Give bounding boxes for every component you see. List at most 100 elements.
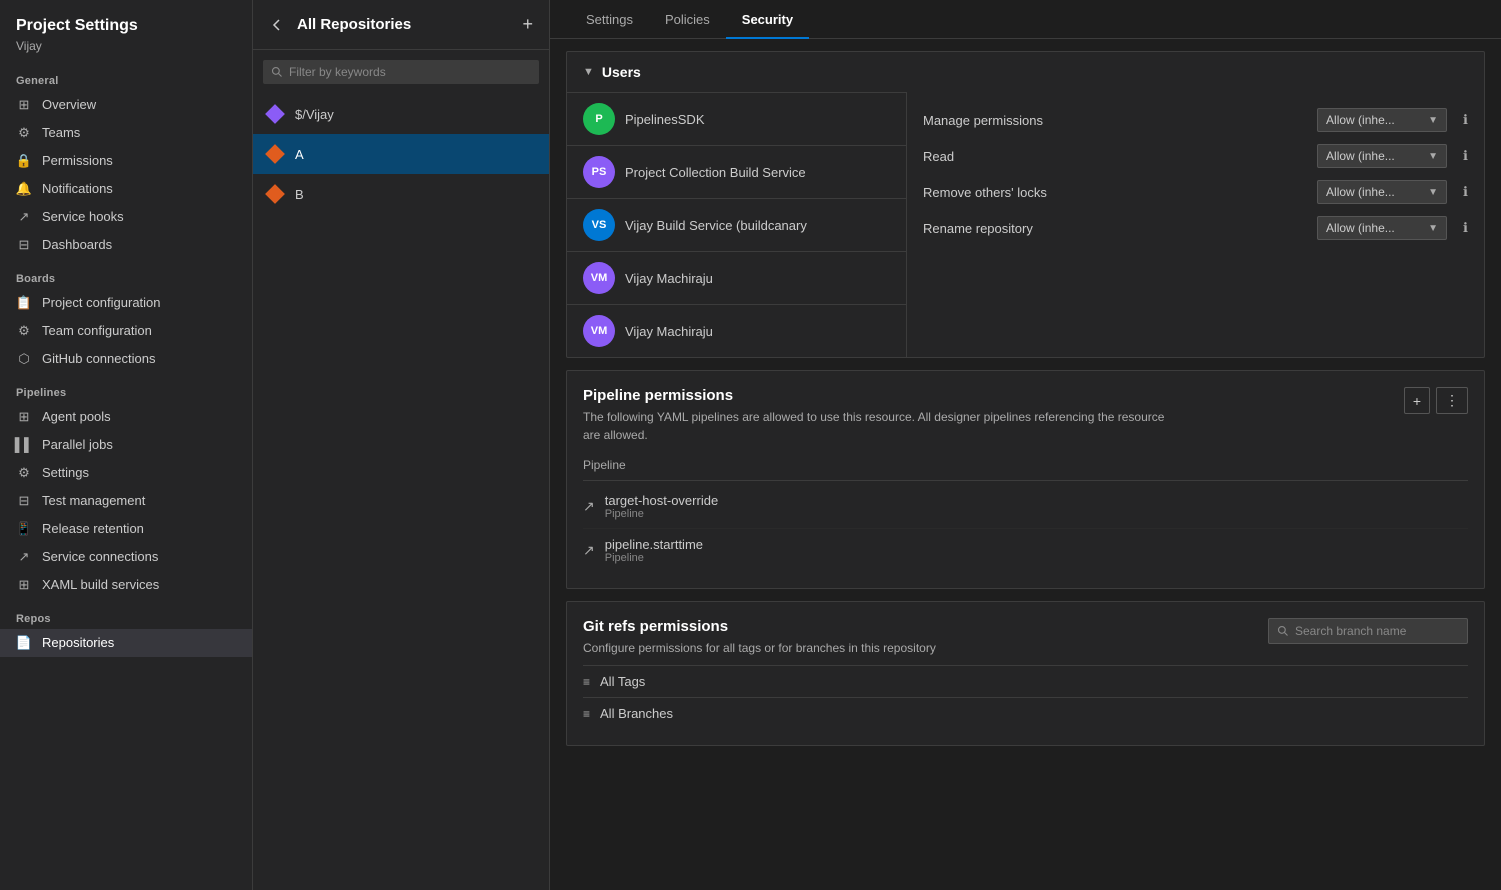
branch-search-input[interactable] — [1295, 624, 1450, 638]
permission-row-rename: Rename repository Allow (inhe... ▼ ℹ — [907, 210, 1484, 246]
info-icon-remove-locks[interactable]: ℹ — [1463, 184, 1468, 200]
sidebar-item-xaml[interactable]: ⊞ XAML build services — [0, 571, 252, 599]
users-header[interactable]: ▼ Users — [567, 52, 1484, 92]
more-pipeline-button[interactable]: ⋮ — [1436, 387, 1468, 414]
diamond-purple-icon — [265, 104, 285, 124]
avatar-project-collection: PS — [583, 156, 615, 188]
repo-search-box[interactable] — [263, 60, 539, 84]
repo-label-b: B — [295, 187, 304, 202]
release-icon: 📱 — [16, 521, 32, 537]
git-ref-item-all-branches[interactable]: ≡ All Branches — [583, 697, 1468, 729]
sidebar-item-parallel-jobs[interactable]: ▌▌ Parallel jobs — [0, 431, 252, 459]
sidebar-item-notifications[interactable]: 🔔 Notifications — [0, 175, 252, 203]
info-icon-read[interactable]: ℹ — [1463, 148, 1468, 164]
user-info-pipelinesdk: P PipelinesSDK — [567, 93, 906, 145]
sidebar-label-repositories: Repositories — [42, 635, 236, 650]
sidebar-section-repos: Repos — [0, 599, 252, 629]
sidebar-item-release-retention[interactable]: 📱 Release retention — [0, 515, 252, 543]
permission-select-rename[interactable]: Allow (inhe... ▼ — [1317, 216, 1447, 240]
info-icon-manage[interactable]: ℹ — [1463, 112, 1468, 128]
search-icon — [271, 66, 283, 78]
info-icon-rename[interactable]: ℹ — [1463, 220, 1468, 236]
sidebar-item-teams[interactable]: ⚙ Teams — [0, 119, 252, 147]
sidebar-item-service-connections[interactable]: ↗ Service connections — [0, 543, 252, 571]
pipeline-info-1: target-host-override Pipeline — [605, 493, 718, 520]
tab-policies[interactable]: Policies — [649, 0, 726, 39]
sidebar-item-settings[interactable]: ⚙ Settings — [0, 459, 252, 487]
pipeline-section-header: Pipeline permissions The following YAML … — [583, 387, 1468, 444]
sidebar-item-test-management[interactable]: ⊟ Test management — [0, 487, 252, 515]
pipeline-col-header: Pipeline — [583, 452, 1468, 481]
user-row-vijay-build[interactable]: VS Vijay Build Service (buildcanary — [567, 198, 906, 251]
sidebar-item-project-config[interactable]: 📋 Project configuration — [0, 289, 252, 317]
users-list: P PipelinesSDK PS Project Collection Bui… — [567, 92, 907, 357]
sidebar-item-dashboards[interactable]: ⊟ Dashboards — [0, 231, 252, 259]
pipeline-type-1: Pipeline — [605, 508, 718, 520]
git-refs-text: Git refs permissions Configure permissio… — [583, 618, 936, 657]
service-icon: ↗ — [16, 549, 32, 565]
user-row-pipelinesdk[interactable]: P PipelinesSDK — [567, 92, 906, 145]
back-button[interactable] — [267, 15, 287, 35]
app-subtitle: Vijay — [16, 39, 236, 53]
permission-select-remove-locks[interactable]: Allow (inhe... ▼ — [1317, 180, 1447, 204]
permission-value-read: Allow (inhe... — [1326, 149, 1395, 163]
user-row-vijay-machiraju2[interactable]: VM Vijay Machiraju — [567, 304, 906, 357]
dashboard-icon: ⊟ — [16, 237, 32, 253]
avatar-vijay-machiraju2: VM — [583, 315, 615, 347]
sidebar-item-team-config[interactable]: ⚙ Team configuration — [0, 317, 252, 345]
add-repo-button[interactable]: + — [520, 12, 535, 37]
user-name-vijay-build: Vijay Build Service (buildcanary — [625, 218, 807, 233]
repo-label-vijay: $/Vijay — [295, 107, 334, 122]
repo-item-vijay[interactable]: $/Vijay — [253, 94, 549, 134]
avatar-vijay-machiraju1: VM — [583, 262, 615, 294]
sidebar-item-overview[interactable]: ⊞ Overview — [0, 91, 252, 119]
git-refs-title: Git refs permissions — [583, 618, 936, 635]
sidebar-item-permissions[interactable]: 🔒 Permissions — [0, 147, 252, 175]
user-name-vijay-machiraju1: Vijay Machiraju — [625, 271, 713, 286]
users-title: Users — [602, 64, 641, 80]
permission-select-manage[interactable]: Allow (inhe... ▼ — [1317, 108, 1447, 132]
lock-icon: 🔒 — [16, 153, 32, 169]
app-title: Project Settings — [16, 16, 236, 37]
sidebar-section-boards: Boards — [0, 259, 252, 289]
sidebar-label-notifications: Notifications — [42, 181, 236, 196]
sidebar-item-service-hooks[interactable]: ↗ Service hooks — [0, 203, 252, 231]
user-info-vijay-machiraju2: VM Vijay Machiraju — [567, 305, 906, 357]
tabs-bar: Settings Policies Security — [550, 0, 1501, 39]
pipeline-item-starttime[interactable]: ↗ pipeline.starttime Pipeline — [583, 529, 1468, 572]
pipeline-permissions-section: Pipeline permissions The following YAML … — [566, 370, 1485, 589]
sidebar-item-github[interactable]: ⬡ GitHub connections — [0, 345, 252, 373]
add-pipeline-button[interactable]: + — [1404, 387, 1430, 414]
config-icon: 📋 — [16, 295, 32, 311]
repo-filter-input[interactable] — [289, 65, 531, 79]
sidebar-label-team-config: Team configuration — [42, 323, 236, 338]
repo-icon-vijay — [265, 104, 285, 124]
sidebar-item-repositories[interactable]: 📄 Repositories — [0, 629, 252, 657]
sidebar-item-agent-pools[interactable]: ⊞ Agent pools — [0, 403, 252, 431]
avatar-pipelinesdk: P — [583, 103, 615, 135]
pipeline-item-target-host[interactable]: ↗ target-host-override Pipeline — [583, 485, 1468, 529]
middle-panel-header: All Repositories + — [253, 0, 549, 50]
permission-label-rename: Rename repository — [923, 221, 1305, 236]
chevron-down-icon-remove-locks: ▼ — [1428, 187, 1438, 198]
repo-item-b[interactable]: B — [253, 174, 549, 214]
branch-search-box[interactable] — [1268, 618, 1468, 644]
permission-select-read[interactable]: Allow (inhe... ▼ — [1317, 144, 1447, 168]
user-row-project-collection[interactable]: PS Project Collection Build Service — [567, 145, 906, 198]
permission-value-rename: Allow (inhe... — [1326, 221, 1395, 235]
middle-panel: All Repositories + $/Vijay A B — [252, 0, 550, 890]
permission-label-remove-locks: Remove others' locks — [923, 185, 1305, 200]
tab-security[interactable]: Security — [726, 0, 809, 39]
chevron-down-icon-rename: ▼ — [1428, 223, 1438, 234]
bell-icon: 🔔 — [16, 181, 32, 197]
tab-settings[interactable]: Settings — [570, 0, 649, 39]
test-icon: ⊟ — [16, 493, 32, 509]
git-ref-item-all-tags[interactable]: ≡ All Tags — [583, 665, 1468, 697]
repo-item-a[interactable]: A — [253, 134, 549, 174]
permission-row-manage: Manage permissions Allow (inhe... ▼ ℹ — [907, 102, 1484, 138]
pipeline-icon-2: ↗ — [583, 542, 595, 559]
pipeline-icon-1: ↗ — [583, 498, 595, 515]
tags-icon: ≡ — [583, 675, 590, 689]
user-row-vijay-machiraju1[interactable]: VM Vijay Machiraju — [567, 251, 906, 304]
permissions-panel: Manage permissions Allow (inhe... ▼ ℹ Re… — [907, 92, 1484, 357]
